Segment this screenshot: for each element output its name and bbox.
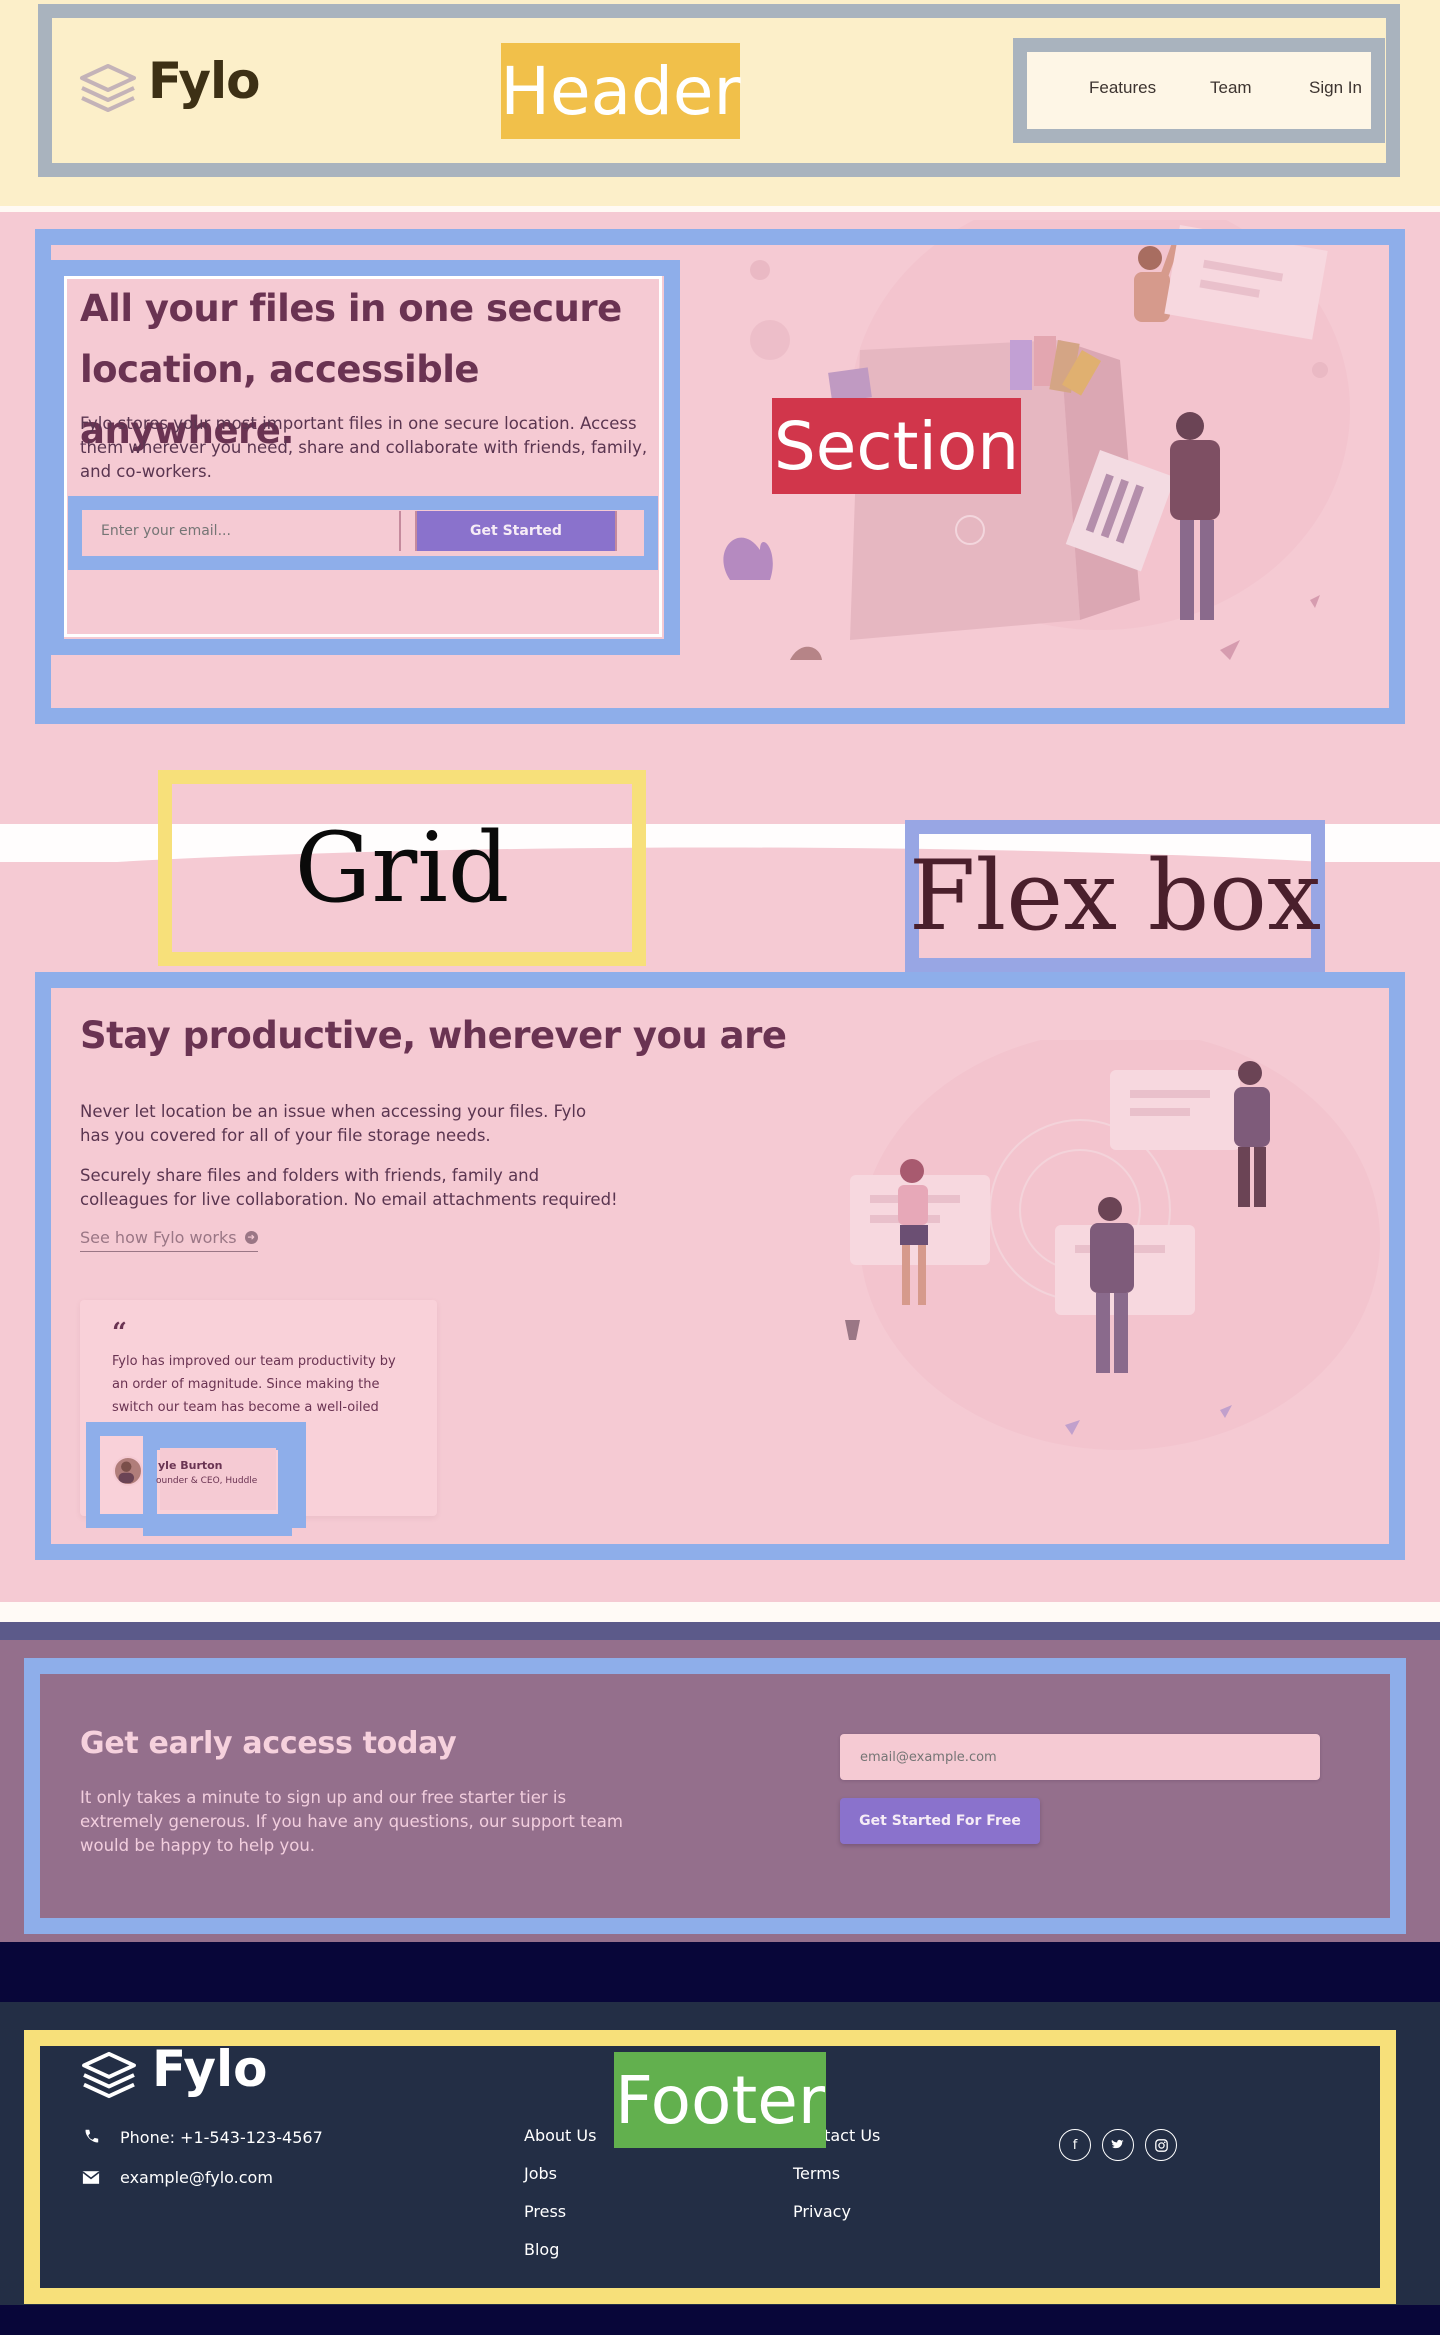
footer-email: example@fylo.com xyxy=(80,2167,273,2187)
see-how-link[interactable]: See how Fylo works ➜ xyxy=(80,1228,258,1252)
instagram-icon[interactable] xyxy=(1145,2129,1177,2161)
form-end-cap xyxy=(615,511,641,551)
divider xyxy=(0,1602,1440,1622)
testimonial-text: Fylo has improved our team productivity … xyxy=(112,1354,396,1415)
productive-title: Stay productive, wherever you are xyxy=(80,1014,787,1057)
logo-icon xyxy=(80,64,136,112)
early-access-title: Get early access today xyxy=(80,1726,457,1761)
hero-email-input[interactable] xyxy=(85,511,399,551)
twitter-icon[interactable] xyxy=(1102,2129,1134,2161)
get-started-button[interactable]: Get Started xyxy=(417,511,615,551)
logo-icon xyxy=(82,2051,136,2099)
hero-description: Fylo stores your most important files in… xyxy=(80,414,648,481)
footer-section-label: Footer xyxy=(614,2052,826,2148)
get-started-for-free-button[interactable]: Get Started For Free xyxy=(840,1798,1040,1844)
productive-paragraph-1: Never let location be an issue when acce… xyxy=(80,1102,587,1145)
flexbox-label: Flex box xyxy=(908,840,1322,952)
email-text: example@fylo.com xyxy=(120,2167,273,2187)
early-access-description: It only takes a minute to sign up and ou… xyxy=(80,1788,623,1855)
facebook-icon[interactable]: f xyxy=(1059,2129,1091,2161)
header-section-label: Header xyxy=(500,43,741,139)
nav-link-team[interactable]: Team xyxy=(1210,78,1252,98)
arrow-right-icon: ➜ xyxy=(244,1231,258,1244)
early-access-email-input[interactable] xyxy=(840,1734,1320,1780)
nav-link-features[interactable]: Features xyxy=(1089,78,1156,98)
footer-top-bar xyxy=(0,1942,1440,2002)
footer-phone: Phone: +1-543-123-4567 xyxy=(80,2127,323,2147)
input-divider xyxy=(399,511,417,551)
footer-link-blog[interactable]: Blog xyxy=(524,2240,559,2259)
see-how-label: See how Fylo works xyxy=(80,1228,237,1247)
quote-icon: “ xyxy=(112,1318,127,1348)
footer-link-press[interactable]: Press xyxy=(524,2202,566,2221)
footer-link-terms[interactable]: Terms xyxy=(793,2164,840,2183)
grid-label: Grid xyxy=(294,812,510,924)
email-icon xyxy=(80,2167,102,2187)
footer-link-privacy[interactable]: Privacy xyxy=(793,2202,851,2221)
footer-bottom-bar xyxy=(0,2305,1440,2335)
author-role: ounder & CEO, Huddle xyxy=(156,1476,258,1486)
footer-link-about-us[interactable]: About Us xyxy=(524,2126,596,2145)
section-label: Section xyxy=(772,398,1021,494)
phone-text: Phone: +1-543-123-4567 xyxy=(120,2127,323,2147)
logo-text[interactable]: Fylo xyxy=(148,52,261,110)
avatar xyxy=(113,1456,143,1486)
author-name: yle Burton xyxy=(158,1459,223,1472)
nav-link-sign-in[interactable]: Sign In xyxy=(1309,78,1362,98)
footer-logo-text[interactable]: Fylo xyxy=(152,2040,268,2098)
phone-icon xyxy=(80,2127,102,2147)
early-access-top-bar xyxy=(0,1622,1440,1640)
footer-link-jobs[interactable]: Jobs xyxy=(524,2164,557,2183)
productive-paragraph-2: Securely share files and folders with fr… xyxy=(80,1166,618,1209)
